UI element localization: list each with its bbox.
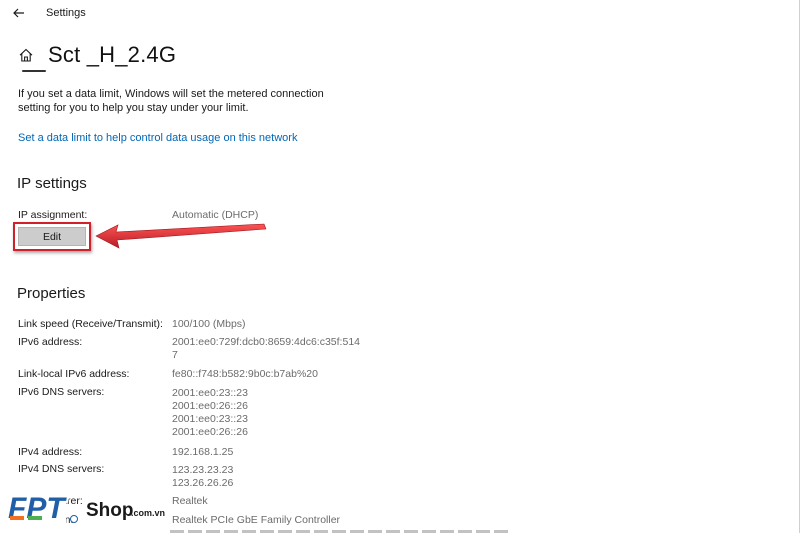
ip-assignment-label: IP assignment:	[18, 209, 88, 221]
link-speed-value: 100/100 (Mbps)	[172, 318, 246, 330]
data-limit-description: If you set a data limit, Windows will se…	[18, 88, 324, 114]
ipv4-dns-value: 123.23.23.23 123.26.26.26	[172, 464, 234, 489]
fptshop-logo: FPT FPT Shop Shop .com.vn	[6, 490, 165, 527]
section-divider	[22, 70, 46, 72]
ipv6-address-value: 2001:ee0:729f:dcb0:8659:4dc6:c35f:514 7	[172, 336, 360, 361]
ipv6-dns-value: 2001:ee0:23::23 2001:ee0:26::26 2001:ee0…	[172, 387, 248, 438]
red-arrow-icon	[95, 223, 267, 249]
page-title: Sct _H_2.4G	[48, 42, 177, 67]
app-title: Settings	[46, 7, 86, 19]
edit-button[interactable]: Edit	[18, 227, 86, 246]
logo-domain: .com.vn	[131, 508, 165, 518]
titlebar: Settings	[0, 0, 800, 28]
ipv4-address-label: IPv4 address:	[18, 446, 83, 458]
logo-green-bar	[28, 516, 42, 520]
settings-window: Settings Sct _H_2.4G If you set a data l…	[0, 0, 800, 533]
set-data-limit-link[interactable]: Set a data limit to help control data us…	[18, 132, 297, 144]
link-local-ipv6-label: Link-local IPv6 address:	[18, 368, 130, 380]
ipv4-dns-label: IPv4 DNS servers:	[18, 463, 105, 475]
description-value: Realtek PCIe GbE Family Controller	[172, 514, 341, 526]
ipv6-dns-label: IPv6 DNS servers:	[18, 386, 105, 398]
properties-heading: Properties	[17, 285, 86, 302]
link-local-ipv6-value: fe80::f748:b582:9b0c:b7ab%20	[172, 368, 318, 380]
page-header: Sct _H_2.4G	[16, 40, 176, 70]
logo-shop: Shop	[86, 500, 134, 521]
logo-orange-bar	[10, 516, 24, 520]
logo-brand: FPT	[8, 492, 67, 525]
ip-settings-heading: IP settings	[17, 175, 87, 192]
link-speed-label: Link speed (Receive/Transmit):	[18, 318, 163, 330]
home-icon[interactable]	[16, 45, 36, 65]
manufacturer-value: Realtek	[172, 495, 208, 507]
ipv6-address-label: IPv6 address:	[18, 336, 83, 348]
back-button[interactable]	[8, 4, 30, 22]
registered-mark-icon	[70, 515, 78, 523]
ipv4-address-value: 192.168.1.25	[172, 446, 234, 458]
back-arrow-icon	[13, 8, 24, 18]
